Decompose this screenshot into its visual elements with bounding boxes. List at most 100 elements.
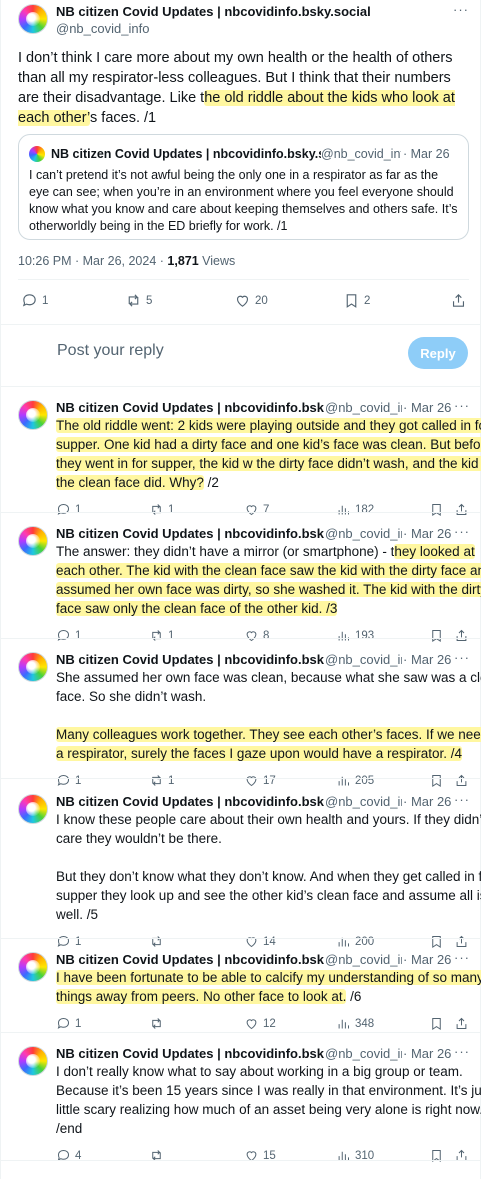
avatar[interactable] bbox=[18, 1046, 48, 1076]
more-icon[interactable]: ··· bbox=[454, 792, 470, 807]
author-name[interactable]: NB citizen Covid Updates | nbcovidinfo.b… bbox=[56, 4, 436, 19]
tweet-text: The old riddle went: 2 kids were playing… bbox=[56, 416, 481, 492]
more-icon[interactable]: ··· bbox=[454, 398, 470, 413]
views-count: 182 bbox=[355, 503, 375, 516]
bookmark-icon bbox=[432, 504, 441, 517]
bookmark-button[interactable] bbox=[429, 502, 444, 517]
repost-button[interactable]: 1 bbox=[149, 502, 174, 517]
tweet-date[interactable]: · Mar 26 bbox=[403, 952, 451, 967]
tweet-time[interactable]: 10:26 PM · Mar 26, 2024 · bbox=[18, 254, 167, 268]
reply-count: 1 bbox=[75, 774, 82, 787]
text-line: I have been fortunate to be able to calc… bbox=[56, 968, 481, 987]
author-handle[interactable]: @nb_covid_ir bbox=[325, 652, 402, 667]
tweet-date[interactable]: · Mar 26 bbox=[403, 526, 451, 541]
like-button[interactable]: 14 bbox=[244, 934, 276, 949]
bookmark-button[interactable] bbox=[429, 628, 444, 643]
author-name[interactable]: NB citizen Covid Updates | nbcovidinfo.b… bbox=[56, 400, 324, 415]
repost-button[interactable] bbox=[149, 1016, 164, 1031]
share-button[interactable] bbox=[454, 628, 469, 643]
text-span: /2 bbox=[203, 475, 219, 490]
tweet-date[interactable]: · Mar 26 bbox=[403, 1046, 451, 1061]
text-line: Many colleagues work together. They see … bbox=[56, 725, 481, 744]
highlighted-text: things away from peers. No other face to… bbox=[56, 989, 347, 1004]
author-handle[interactable]: @nb_covid_ir bbox=[325, 400, 402, 415]
avatar[interactable] bbox=[18, 652, 48, 682]
bookmark-button[interactable]: 2 bbox=[343, 292, 370, 309]
avatar[interactable] bbox=[18, 952, 48, 982]
avatar[interactable] bbox=[18, 4, 48, 34]
repost-button[interactable]: 1 bbox=[149, 773, 174, 788]
tweet-text: The answer: they didn’t have a mirror (o… bbox=[56, 542, 481, 618]
views-button[interactable]: 205 bbox=[336, 773, 374, 788]
reply-button[interactable]: 1 bbox=[56, 1016, 81, 1031]
share-icon bbox=[456, 935, 467, 947]
author-name[interactable]: NB citizen Covid Updates | nbcovidinfo.b… bbox=[56, 652, 324, 667]
text-span: /end bbox=[56, 1121, 83, 1136]
like-button[interactable]: 17 bbox=[244, 773, 276, 788]
share-button[interactable] bbox=[454, 934, 469, 949]
bookmark-button[interactable] bbox=[429, 1016, 444, 1031]
views-button[interactable]: 200 bbox=[336, 934, 374, 949]
reply-icon bbox=[22, 294, 36, 307]
avatar[interactable] bbox=[18, 526, 48, 556]
more-icon[interactable]: ··· bbox=[454, 1044, 470, 1059]
more-icon[interactable]: ··· bbox=[453, 2, 469, 17]
views-button[interactable]: 182 bbox=[336, 502, 374, 517]
tweet-meta: 10:26 PM · Mar 26, 2024 · 1,871 Views bbox=[18, 254, 235, 268]
tweet-date[interactable]: · Mar 26 bbox=[403, 794, 451, 809]
tweet-actions: 1 1 17 205 bbox=[1, 773, 481, 795]
like-button[interactable]: 8 bbox=[244, 628, 269, 643]
views-label: Views bbox=[198, 254, 236, 268]
reply-button[interactable]: 1 bbox=[56, 934, 81, 949]
repost-button[interactable]: 1 bbox=[149, 628, 174, 643]
tweet-date[interactable]: · Mar 26 bbox=[403, 400, 451, 415]
bookmark-button[interactable] bbox=[429, 773, 444, 788]
like-button[interactable]: 7 bbox=[244, 502, 269, 517]
repost-button[interactable] bbox=[149, 934, 164, 949]
more-icon[interactable]: ··· bbox=[454, 524, 470, 539]
more-icon[interactable]: ··· bbox=[454, 650, 470, 665]
author-handle[interactable]: @nb_covid_ir bbox=[325, 526, 402, 541]
thread-frame: NB citizen Covid Updates | nbcovidinfo.b… bbox=[0, 0, 481, 1179]
share-button[interactable] bbox=[454, 1016, 469, 1031]
tweet-actions: 1 12 348 bbox=[1, 1016, 481, 1038]
author-name[interactable]: NB citizen Covid Updates | nbcovidinfo.b… bbox=[56, 1046, 324, 1061]
reply-button[interactable]: 1 bbox=[21, 292, 48, 309]
tweet-text: I don’t think I care more about my own h… bbox=[18, 50, 455, 126]
reply-button[interactable]: 1 bbox=[56, 502, 81, 517]
quote-author-name: NB citizen Covid Updates | nbcovidinfo.b… bbox=[51, 147, 321, 161]
author-handle[interactable]: @nb_covid_ir bbox=[325, 794, 402, 809]
avatar[interactable] bbox=[18, 400, 48, 430]
quoted-tweet[interactable]: NB citizen Covid Updates | nbcovidinfo.b… bbox=[18, 134, 469, 240]
highlighted-text: supper. One kid had a dirty face and one… bbox=[56, 437, 481, 452]
views-count: 348 bbox=[355, 1017, 375, 1030]
share-icon bbox=[456, 774, 467, 786]
author-handle[interactable]: @nb_covid_ir bbox=[325, 1046, 402, 1061]
like-button[interactable]: 12 bbox=[244, 1016, 276, 1031]
reply-submit-button[interactable]: Reply bbox=[408, 337, 468, 369]
divider bbox=[1, 1160, 481, 1161]
tweet-actions: 1 1 7 182 bbox=[1, 502, 481, 524]
views-button[interactable]: 193 bbox=[336, 628, 374, 643]
repost-icon bbox=[152, 630, 161, 641]
avatar[interactable] bbox=[18, 794, 48, 824]
divider bbox=[1, 1032, 481, 1033]
share-button[interactable] bbox=[454, 773, 469, 788]
author-name[interactable]: NB citizen Covid Updates | nbcovidinfo.b… bbox=[56, 952, 324, 967]
bookmark-button[interactable] bbox=[429, 934, 444, 949]
author-handle[interactable]: @nb_covid_ir bbox=[325, 952, 402, 967]
more-icon[interactable]: ··· bbox=[454, 950, 470, 965]
tweet-date[interactable]: · Mar 26 bbox=[403, 652, 451, 667]
author-name[interactable]: NB citizen Covid Updates | nbcovidinfo.b… bbox=[56, 526, 324, 541]
views-button[interactable]: 348 bbox=[336, 1016, 374, 1031]
author-name[interactable]: NB citizen Covid Updates | nbcovidinfo.b… bbox=[56, 794, 324, 809]
author-handle[interactable]: @nb_covid_info bbox=[56, 21, 149, 36]
reply-button[interactable]: 1 bbox=[56, 628, 81, 643]
share-button[interactable] bbox=[454, 502, 469, 517]
reply-input[interactable]: Post your reply bbox=[57, 342, 164, 360]
reply-button[interactable]: 1 bbox=[56, 773, 81, 788]
like-button[interactable]: 20 bbox=[234, 292, 268, 309]
repost-button[interactable]: 5 bbox=[125, 292, 152, 309]
text-line: /end bbox=[56, 1119, 476, 1138]
share-button[interactable] bbox=[450, 292, 467, 309]
